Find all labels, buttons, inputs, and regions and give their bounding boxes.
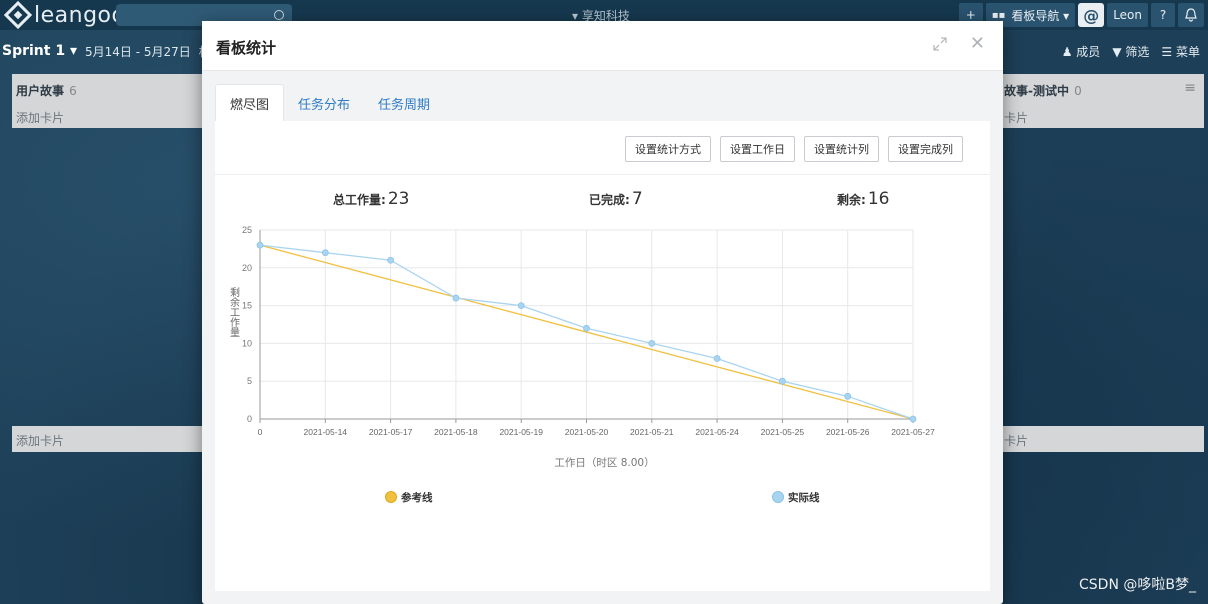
x-tick-label: 2021-05-25	[761, 427, 805, 437]
stat-total-label: 总工作量:	[333, 193, 386, 207]
lane-story-testing: 故事-测试中 0 卡片 ≡	[1000, 74, 1204, 128]
stats-tabs: 燃尽图 任务分布 任务周期	[215, 84, 444, 122]
data-point	[909, 415, 917, 423]
x-tick-label: 2021-05-24	[695, 427, 739, 437]
y-tick-label: 10	[242, 338, 252, 348]
legend-marker	[385, 491, 397, 503]
filter-icon: ▼	[1112, 45, 1122, 59]
expand-icon[interactable]	[933, 37, 947, 51]
x-tick-label: 2021-05-27	[891, 427, 935, 437]
menu-label: 菜单	[1175, 45, 1200, 59]
x-axis-label: 工作日（时区 8.00）	[554, 457, 654, 469]
stat-done: 已完成: 7	[589, 189, 643, 209]
members-button[interactable]: ♟ 成员	[1062, 43, 1101, 60]
grid-icon: ▪▪	[991, 9, 1006, 21]
data-point	[517, 302, 525, 309]
stat-remaining: 剩余: 16	[837, 189, 889, 209]
add-card-button[interactable]: 卡片	[1004, 109, 1200, 126]
board-nav-label: 看板导航 ▾	[1011, 8, 1070, 23]
search-icon[interactable]	[274, 10, 284, 20]
set-stat-columns-button[interactable]: 设置统计列	[804, 136, 879, 162]
close-icon[interactable]: ✕	[970, 33, 985, 54]
avatar[interactable]: @	[1078, 3, 1105, 27]
modal-title: 看板统计	[216, 39, 277, 57]
stat-remaining-label: 剩余:	[837, 193, 866, 207]
x-tick-label: 2021-05-17	[369, 427, 413, 437]
burndown-panel: 设置统计方式 设置工作日 设置统计列 设置完成列 总工作量: 23 已完成: 7…	[215, 121, 990, 591]
legend-label: 实际线	[788, 491, 820, 504]
data-point	[387, 256, 395, 264]
menu-button[interactable]: ☰ 菜单	[1161, 43, 1200, 60]
set-done-columns-button[interactable]: 设置完成列	[888, 136, 963, 162]
data-point	[583, 324, 590, 332]
lane-title: 故事-测试中	[1004, 84, 1069, 98]
stat-total-value: 23	[387, 189, 410, 209]
divider	[215, 174, 990, 175]
x-tick-label: 0	[258, 427, 263, 437]
lane-count: 6	[69, 84, 77, 98]
stat-done-value: 7	[631, 189, 643, 209]
notification-bell-icon[interactable]	[1178, 3, 1204, 27]
lane-count: 0	[1074, 84, 1082, 98]
help-button[interactable]: ?	[1151, 3, 1175, 27]
y-tick-label: 20	[242, 263, 252, 273]
y-tick-label: 25	[242, 225, 252, 235]
board-stats-modal: 看板统计 ✕ 燃尽图 任务分布 任务周期 设置统计方式 设置工作日 设置统计列 …	[202, 21, 1003, 604]
panel-toolbar: 设置统计方式 设置工作日 设置统计列 设置完成列	[625, 136, 963, 162]
x-tick-label: 2021-05-26	[826, 427, 870, 437]
x-tick-label: 2021-05-20	[565, 427, 609, 437]
add-card-button[interactable]: 添加卡片	[12, 426, 212, 452]
leangoo-logo-icon	[3, 0, 33, 30]
stat-done-label: 已完成:	[589, 193, 630, 207]
x-tick-label: 2021-05-21	[630, 427, 674, 437]
data-point	[713, 355, 721, 362]
y-tick-label: 15	[242, 301, 252, 311]
user-icon: ♟	[1061, 45, 1073, 59]
logo-text: leangoo	[34, 2, 126, 28]
bell-icon	[1185, 8, 1197, 22]
y-tick-label: 5	[247, 376, 252, 386]
data-point	[779, 377, 786, 385]
add-card-button[interactable]: 添加卡片	[16, 109, 208, 126]
data-point	[256, 241, 264, 249]
sprint-tools: ♟ 成员 ▼ 筛选 ☰ 菜单	[1062, 43, 1200, 60]
y-tick-label: 0	[247, 414, 252, 424]
y-axis-label: 剩余工作量	[228, 286, 240, 337]
user-name[interactable]: Leon	[1107, 3, 1148, 27]
members-label: 成员	[1076, 45, 1101, 59]
data-point	[648, 340, 656, 347]
sprint-selector[interactable]: Sprint 1 ▾	[2, 43, 77, 59]
data-point	[321, 249, 329, 257]
x-tick-label: 2021-05-14	[304, 427, 348, 437]
add-card-button[interactable]: 卡片	[1000, 426, 1204, 452]
logo[interactable]: leangoo	[3, 0, 126, 30]
tab-burndown[interactable]: 燃尽图	[215, 84, 285, 122]
watermark: CSDN @哆啦B梦_	[1079, 577, 1196, 593]
tab-task-cycle[interactable]: 任务周期	[364, 84, 444, 122]
data-point	[452, 294, 460, 302]
modal-header: 看板统计 ✕	[202, 21, 1003, 71]
burndown-chart: 0 5 10 15 20 25 0 2021-05-14 2021-05-17 2021-05-1…	[228, 225, 936, 504]
filter-label: 筛选	[1125, 45, 1150, 59]
legend-label: 参考线	[401, 491, 433, 504]
stat-total: 总工作量: 23	[333, 189, 409, 209]
sprint-dates: 5月14日 - 5月27日	[84, 44, 191, 59]
stat-remaining-value: 16	[867, 189, 890, 209]
lane-title: 用户故事	[16, 84, 65, 98]
menu-icon: ☰	[1161, 45, 1173, 59]
x-tick-label: 2021-05-19	[499, 427, 543, 437]
legend-marker	[772, 491, 784, 503]
data-point	[844, 392, 852, 400]
lane-user-stories: 用户故事 6 添加卡片	[12, 74, 212, 128]
tab-task-distribution[interactable]: 任务分布	[284, 84, 364, 122]
set-workdays-button[interactable]: 设置工作日	[720, 136, 795, 162]
lane-menu-icon[interactable]: ≡	[1184, 80, 1196, 96]
filter-button[interactable]: ▼ 筛选	[1112, 43, 1149, 60]
set-stat-method-button[interactable]: 设置统计方式	[625, 136, 711, 162]
x-tick-label: 2021-05-18	[434, 427, 478, 437]
